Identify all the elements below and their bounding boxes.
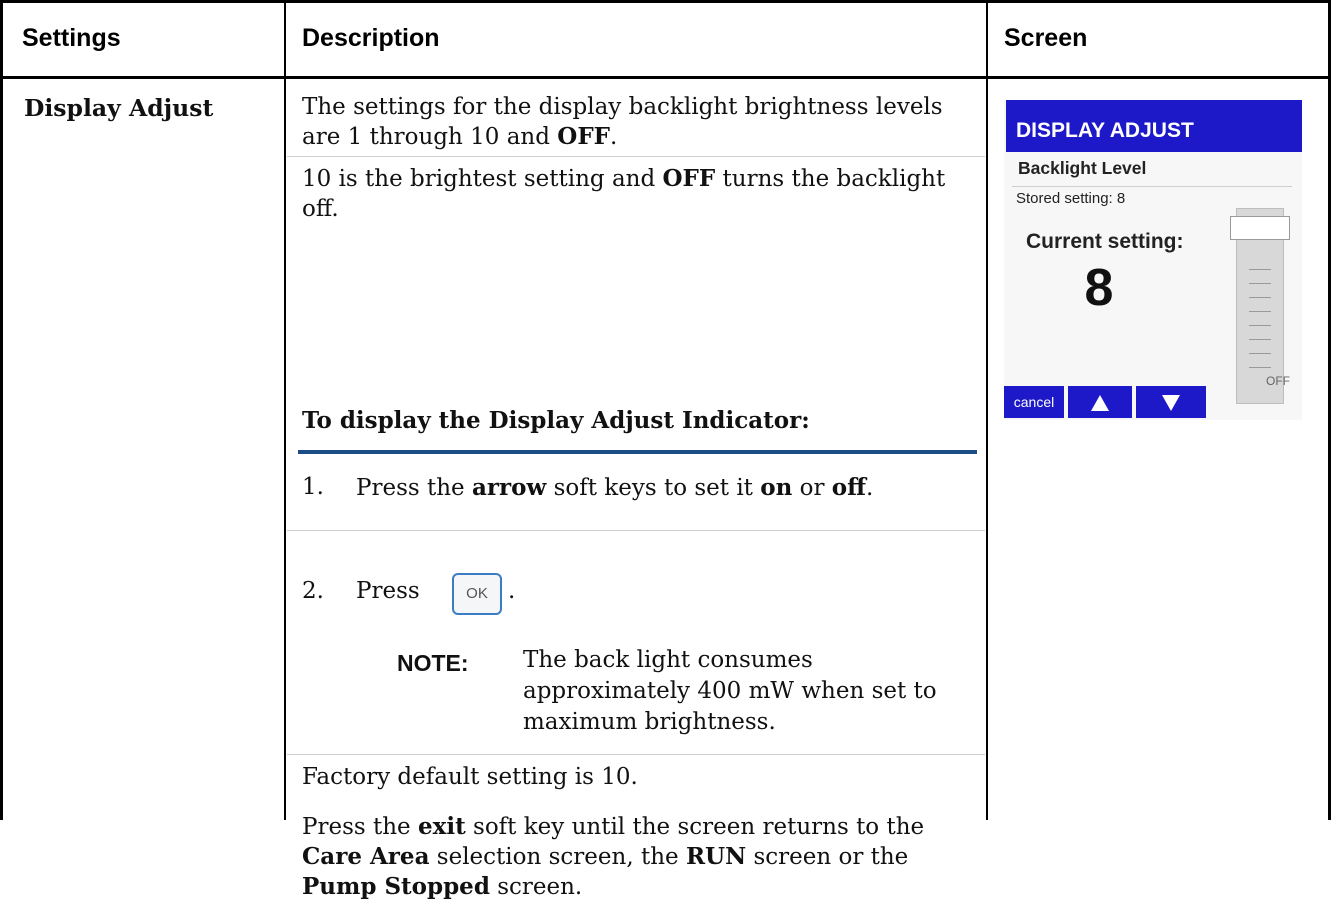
down-arrow-icon [1162, 395, 1180, 412]
row-separator [287, 156, 985, 157]
description-paragraph-brightest: 10 is the brightest setting and OFF turn… [302, 165, 946, 222]
slider-tick [1249, 353, 1271, 354]
current-setting-label: Current setting: [1026, 230, 1184, 253]
slider-off-label: OFF [1266, 374, 1290, 388]
up-arrow-icon [1091, 395, 1109, 412]
step-1-number: 1. [302, 474, 324, 500]
exit-instruction-text: Press the exit soft key until the screen… [302, 813, 925, 900]
step-2-text: Press [356, 578, 420, 604]
device-screen-title: DISPLAY ADJUST [1006, 100, 1302, 152]
device-screen-image: DISPLAY ADJUST Backlight Level Stored se… [1004, 100, 1302, 420]
header-description: Description [302, 24, 440, 52]
setting-name: Display Adjust [24, 94, 214, 122]
row-separator [287, 530, 985, 531]
procedure-rule [298, 450, 977, 454]
slider-tick [1249, 297, 1271, 298]
slider-tick [1249, 311, 1271, 312]
procedure-title: To display the Display Adjust Indicator: [302, 407, 810, 434]
stored-setting: Stored setting: 8 [1016, 190, 1126, 207]
column-divider-2 [986, 0, 988, 820]
header-screen: Screen [1004, 24, 1088, 52]
note-label: NOTE: [397, 650, 469, 676]
slider-thumb [1230, 216, 1290, 240]
description-paragraph-levels: The settings for the display backlight b… [302, 94, 943, 150]
note-text: The back light consumes approximately 40… [523, 647, 937, 735]
settings-table: Settings Description Screen Display Adju… [0, 0, 1331, 900]
row-separator [287, 754, 985, 755]
slider-tick [1249, 283, 1271, 284]
table-border-header-bottom [0, 76, 1331, 79]
factory-default-text: Factory default setting is 10. [302, 764, 638, 790]
down-arrow-softkey [1136, 386, 1206, 418]
up-arrow-softkey [1068, 386, 1132, 418]
slider-tick [1249, 325, 1271, 326]
step-2-number: 2. [302, 578, 324, 604]
step-1-text: Press the arrow soft keys to set it on o… [356, 474, 874, 501]
ok-key-icon: OK [452, 573, 502, 615]
header-settings: Settings [22, 24, 121, 52]
current-setting-value: 8 [1084, 259, 1114, 317]
column-divider-1 [284, 0, 286, 820]
slider-tick [1249, 367, 1271, 368]
table-border-left [0, 0, 3, 820]
step-2-period: . [508, 578, 516, 604]
device-screen-divider [1012, 186, 1292, 187]
device-screen-subtitle: Backlight Level [1018, 158, 1147, 178]
table-border-top [0, 0, 1331, 3]
slider-tick [1249, 269, 1271, 270]
slider-tick [1249, 339, 1271, 340]
cancel-softkey: cancel [1004, 386, 1064, 418]
